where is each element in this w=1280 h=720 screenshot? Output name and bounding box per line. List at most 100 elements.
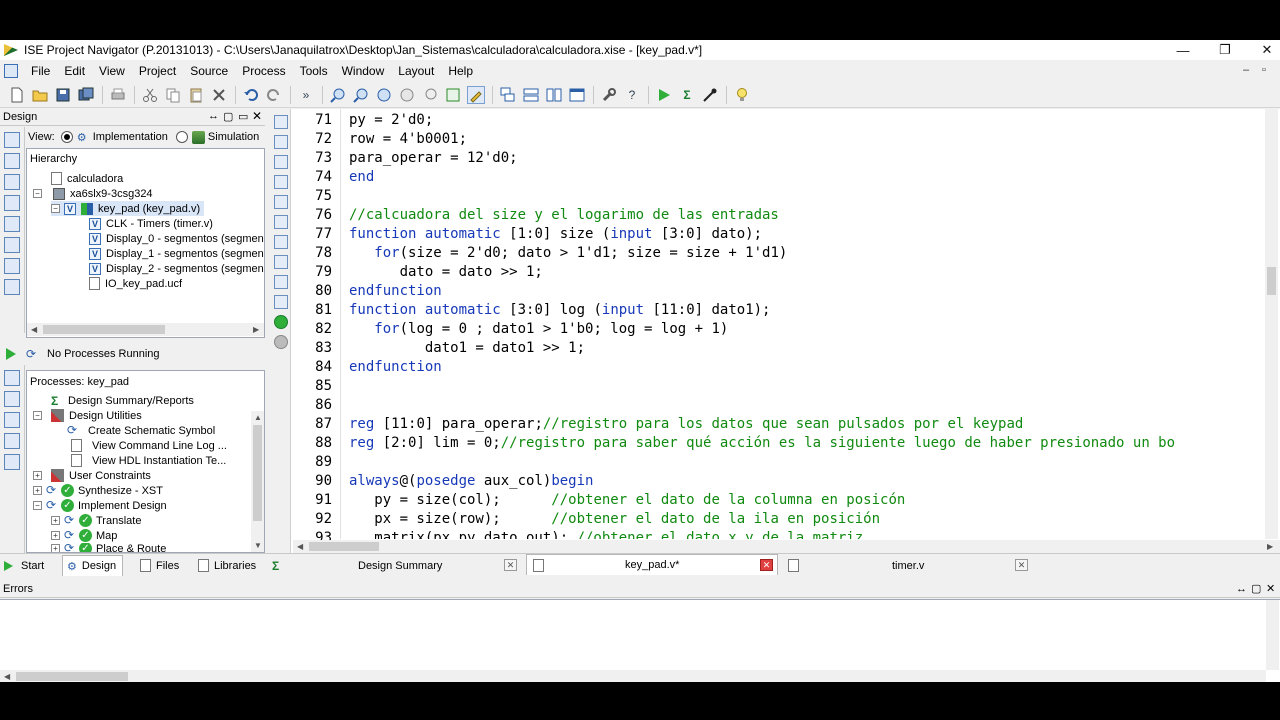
tab-timer[interactable]: timer.v ✕ — [782, 556, 1034, 575]
sigma-icon[interactable]: Σ — [678, 86, 696, 104]
lightbulb-icon[interactable] — [733, 86, 751, 104]
process-translate[interactable]: + ⟳ ✓ Translate — [51, 513, 141, 528]
expand-icon[interactable]: + — [51, 531, 60, 540]
maximize-button[interactable]: ❐ — [1202, 40, 1248, 60]
source-properties-icon[interactable] — [4, 279, 20, 295]
refresh-icon[interactable] — [444, 86, 462, 104]
prev-bookmark-icon[interactable] — [274, 275, 288, 289]
close-button[interactable]: ✕ — [1244, 40, 1280, 60]
close-panel-icon[interactable]: ✕ — [1266, 580, 1275, 598]
remove-breakpoint-icon[interactable] — [274, 335, 288, 349]
run-icon[interactable] — [655, 86, 673, 104]
tab-design-summary[interactable]: Σ Design Summary ✕ — [272, 556, 522, 575]
process-v-scrollbar[interactable]: ▲ ▼ — [251, 411, 264, 552]
menu-process[interactable]: Process — [235, 61, 292, 81]
menu-edit[interactable]: Edit — [57, 61, 92, 81]
undo-icon[interactable] — [242, 86, 260, 104]
scroll-down-icon[interactable]: ▼ — [254, 541, 262, 550]
menu-view[interactable]: View — [92, 61, 132, 81]
scroll-left-icon[interactable]: ◀ — [4, 672, 10, 681]
scroll-left-icon[interactable]: ◀ — [31, 325, 37, 334]
menu-file[interactable]: File — [24, 61, 57, 81]
process-view-hdl[interactable]: View HDL Instantiation Te... — [71, 453, 226, 468]
add-copy-source-icon[interactable] — [4, 153, 20, 169]
process-implement[interactable]: − ⟳ ✓ Implement Design — [33, 498, 167, 513]
tree-item-key-pad[interactable]: − V key_pad (key_pad.v) — [51, 201, 205, 216]
wrench-icon[interactable] — [600, 86, 618, 104]
collapse-icon[interactable]: − — [33, 501, 42, 510]
tree-item-timer[interactable]: V CLK - Timers (timer.v) — [89, 216, 213, 231]
remove-source-icon[interactable] — [4, 195, 20, 211]
new-file-icon[interactable] — [8, 86, 26, 104]
restore-panel-icon[interactable]: ▢ — [223, 110, 233, 123]
zoom-area-icon[interactable] — [421, 86, 439, 104]
process-tool-icon[interactable] — [4, 454, 20, 470]
menu-window[interactable]: Window — [335, 61, 392, 81]
process-user-constraints[interactable]: + User Constraints — [33, 468, 151, 483]
tree-item-display-1[interactable]: V Display_1 - segmentos (segmen — [89, 246, 264, 261]
tab-design[interactable]: ⚙ Design — [62, 555, 124, 576]
collapse-all-icon[interactable] — [4, 237, 20, 253]
close-tab-icon[interactable]: ✕ — [760, 559, 773, 571]
close-tab-icon[interactable]: ✕ — [1015, 559, 1028, 571]
simulation-label[interactable]: Simulation — [208, 131, 259, 143]
save-icon[interactable] — [54, 86, 72, 104]
tab-libraries[interactable]: Libraries — [198, 556, 256, 575]
zoom-in-icon[interactable] — [329, 86, 347, 104]
help-context-icon[interactable]: ? — [623, 86, 641, 104]
collapse-icon[interactable]: − — [51, 204, 60, 213]
hierarchy-h-scrollbar[interactable]: ◀ ▶ — [27, 323, 264, 336]
process-design-summary[interactable]: Σ Design Summary/Reports — [51, 393, 194, 408]
scroll-right-icon[interactable]: ▶ — [1267, 542, 1273, 551]
clear-bookmarks-icon[interactable] — [274, 295, 288, 309]
expand-all-icon[interactable] — [4, 216, 20, 232]
scroll-thumb[interactable] — [253, 425, 262, 521]
save-all-icon[interactable] — [77, 86, 95, 104]
errors-v-scrollbar[interactable] — [1266, 600, 1279, 670]
scroll-left-icon[interactable]: ◀ — [297, 542, 303, 551]
scroll-up-icon[interactable]: ▲ — [254, 413, 262, 422]
tab-files[interactable]: Files — [140, 556, 179, 575]
outdent-icon[interactable] — [274, 135, 288, 149]
close-tab-icon[interactable]: ✕ — [504, 559, 517, 571]
scroll-thumb[interactable] — [309, 542, 379, 551]
mdi-minimize-button[interactable]: – — [1243, 64, 1249, 76]
cut-icon[interactable] — [141, 86, 159, 104]
delete-icon[interactable] — [210, 86, 228, 104]
tree-item-project[interactable]: calculadora — [51, 171, 123, 186]
mdi-restore-button[interactable]: ▫ — [1262, 64, 1266, 76]
simulation-radio[interactable] — [175, 131, 188, 143]
process-tool-icon[interactable] — [4, 391, 20, 407]
run-process-icon[interactable] — [6, 348, 16, 360]
properties-icon[interactable] — [4, 258, 20, 274]
tree-item-ucf[interactable]: IO_key_pad.ucf — [89, 276, 182, 291]
more-tools-icon[interactable]: » — [297, 86, 315, 104]
process-create-schematic[interactable]: ⟳ Create Schematic Symbol — [67, 423, 215, 438]
scroll-thumb[interactable] — [16, 672, 128, 681]
process-map[interactable]: + ⟳ ✓ Map — [51, 528, 117, 543]
tab-start[interactable]: Start — [4, 556, 44, 575]
errors-h-scrollbar[interactable]: ◀ — [0, 670, 1266, 682]
expand-icon[interactable]: + — [51, 516, 60, 525]
open-folder-icon[interactable] — [31, 86, 49, 104]
restore-panel-icon[interactable]: ▢ — [1251, 580, 1261, 598]
process-tool-icon[interactable] — [4, 433, 20, 449]
menu-tools[interactable]: Tools — [293, 61, 335, 81]
indent-icon[interactable] — [274, 115, 288, 129]
scroll-right-icon[interactable]: ▶ — [253, 325, 259, 334]
document-icon[interactable] — [4, 64, 18, 78]
add-breakpoint-icon[interactable] — [274, 315, 288, 329]
implementation-label[interactable]: Implementation — [93, 131, 168, 143]
scroll-thumb[interactable] — [43, 325, 165, 334]
comment-icon[interactable] — [274, 155, 288, 169]
implement-icon[interactable] — [701, 86, 719, 104]
redo-icon[interactable] — [265, 86, 283, 104]
process-place-route[interactable]: + ⟳ ✓ Place & Route — [51, 543, 166, 552]
tab-key-pad[interactable]: key_pad.v* ✕ — [526, 554, 778, 575]
collapse-icon[interactable]: − — [33, 411, 42, 420]
tree-item-device[interactable]: − xa6slx9-3csg324 — [33, 186, 153, 201]
menu-project[interactable]: Project — [132, 61, 183, 81]
maximize-panel-icon[interactable]: ▭ — [238, 110, 248, 123]
copy-icon[interactable] — [164, 86, 182, 104]
menu-layout[interactable]: Layout — [391, 61, 441, 81]
